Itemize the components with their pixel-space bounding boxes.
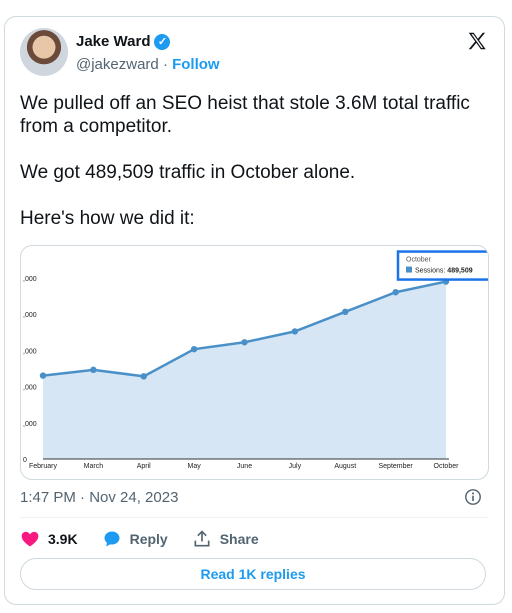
x-tick-label: August (334, 463, 356, 470)
info-icon[interactable] (464, 488, 482, 506)
tweet-paragraph: We got 489,509 traffic in October alone. (20, 162, 356, 183)
x-tick-label: February (29, 463, 58, 470)
timestamp[interactable]: 1:47 PM · Nov 24, 2023 (20, 489, 178, 506)
separator: · (162, 56, 168, 73)
share-label: Share (219, 531, 259, 547)
x-logo-icon[interactable] (466, 30, 488, 52)
divider (20, 517, 489, 518)
like-button[interactable]: 3.9K (20, 529, 78, 549)
tooltip-swatch (406, 266, 412, 273)
y-tick-label: ,000 (23, 348, 37, 355)
author-handle[interactable]: @jakezward (76, 56, 159, 73)
author-row: Jake Ward ✓ (76, 33, 171, 50)
handle-row: @jakezward · Follow (76, 56, 220, 73)
data-point (190, 345, 198, 353)
action-bar: 3.9K Reply Share (20, 529, 259, 549)
data-point (39, 372, 47, 379)
y-tick-label: ,000 (23, 276, 37, 283)
tooltip-label: Sessions: 489,509 (415, 268, 473, 275)
tweet-paragraph: We pulled off an SEO heist that stole 3.… (20, 93, 470, 137)
read-replies-button[interactable]: Read 1K replies (20, 558, 486, 590)
x-tick-label: September (379, 463, 414, 470)
data-point (392, 289, 399, 296)
data-point (90, 366, 97, 374)
avatar[interactable] (20, 28, 68, 76)
share-icon (194, 530, 210, 547)
verified-badge-icon: ✓ (154, 33, 171, 50)
tweet-text: We pulled off an SEO heist that stole 3.… (20, 92, 490, 230)
y-tick-label: 0 (23, 457, 27, 464)
tooltip-title: October (406, 257, 432, 264)
data-point (291, 328, 299, 335)
x-tick-label: April (137, 463, 151, 470)
tooltip-value: 489,509 (447, 268, 472, 275)
y-tick-label: ,000 (23, 421, 37, 428)
y-tick-label: ,000 (23, 385, 37, 392)
x-tick-label: May (188, 463, 202, 470)
data-point (342, 308, 349, 316)
author-name[interactable]: Jake Ward (76, 33, 150, 50)
x-tick-label: October (434, 463, 460, 470)
tweet-card: Jake Ward ✓ @jakezward · Follow We pulle… (4, 16, 505, 605)
share-button[interactable]: Share (192, 529, 259, 549)
x-tick-label: March (84, 463, 104, 470)
follow-link[interactable]: Follow (172, 56, 220, 73)
reply-label: Reply (129, 531, 168, 547)
sessions-chart: ,000 ,000 ,000 ,000 ,000 0February March April M… (23, 250, 488, 470)
heart-icon (21, 531, 39, 547)
y-tick-label: ,000 (23, 312, 37, 319)
x-tick-label: July (289, 463, 302, 470)
tweet-paragraph: Here's how we did it: (20, 208, 195, 229)
reply-bubble-icon (104, 531, 120, 547)
reply-button[interactable]: Reply (102, 529, 168, 549)
x-tick-label: June (237, 463, 252, 470)
data-point (241, 339, 248, 346)
chart-image[interactable]: ,000 ,000 ,000 ,000 ,000 0 February March April M… (20, 245, 489, 480)
like-count: 3.9K (48, 531, 78, 547)
data-point (140, 373, 147, 380)
